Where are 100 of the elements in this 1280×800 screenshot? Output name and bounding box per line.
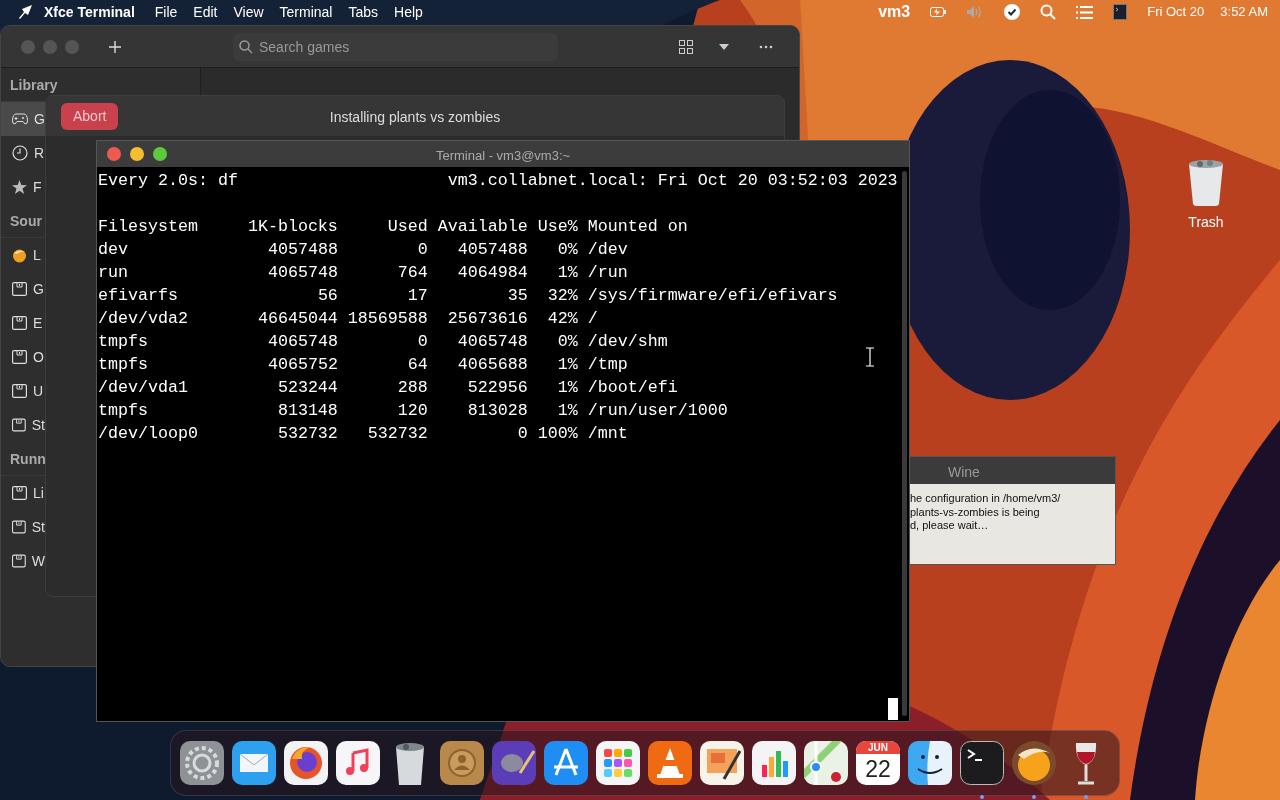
menu-item[interactable]: Terminal [271, 1, 341, 23]
terminal-text: 0 [517, 423, 528, 445]
more-icon[interactable] [759, 44, 773, 49]
terminal-text: 532732 [367, 423, 428, 445]
sidebar-item[interactable]: St [1, 510, 45, 544]
list-icon[interactable] [1076, 5, 1094, 19]
terminal-text: 100% [537, 423, 578, 445]
chart-icon[interactable] [750, 739, 798, 787]
notes-icon[interactable] [698, 739, 746, 787]
maximize-button[interactable] [153, 147, 167, 161]
terminal-text: 532732 [277, 423, 338, 445]
plus-icon[interactable] [109, 40, 121, 53]
terminal-text: 523244 [277, 377, 338, 399]
browser-icon[interactable] [282, 739, 330, 787]
ball-icon[interactable] [1010, 739, 1058, 787]
calendar-icon[interactable]: JUN 22 [856, 741, 900, 785]
sidebar-item[interactable]: G [1, 102, 45, 136]
grid-icon[interactable] [679, 39, 693, 54]
terminal-text: /dev/shm [587, 331, 668, 353]
check-circle-icon[interactable] [1004, 4, 1021, 20]
box-icon [12, 316, 27, 330]
terminal-text: 813148 [277, 400, 338, 422]
mail-icon[interactable] [230, 739, 278, 787]
terminal-text: 4064984 [457, 262, 528, 284]
terminal-icon[interactable] [1113, 4, 1128, 20]
window-title: Wine [910, 457, 1115, 484]
app-menu[interactable]: Xfce Terminal [34, 1, 147, 23]
caret-icon[interactable] [719, 43, 729, 50]
minimize-button[interactable] [130, 147, 144, 161]
terminal-text: 1% [557, 354, 578, 376]
box-icon [12, 384, 27, 398]
menu-item[interactable]: View [225, 1, 272, 23]
menu-item[interactable]: Edit [185, 1, 226, 23]
gamepad-icon [12, 113, 28, 125]
terminal-text: Available [437, 216, 528, 238]
terminal-text: /mnt [587, 423, 628, 445]
terminal-text: 1K-blocks [247, 216, 338, 238]
dialog-text: plants-vs-zombies is being [910, 505, 1041, 519]
terminal-text: /sys/firmware/efi/efivars [587, 285, 838, 307]
battery-icon[interactable] [930, 7, 947, 17]
menu-item[interactable]: File [146, 1, 186, 23]
terminal-text: 25673616 [447, 308, 528, 330]
terminal-text: 1% [557, 377, 578, 399]
sidebar-item[interactable]: O [1, 340, 45, 374]
icon-label[interactable]: Trash [1176, 212, 1236, 233]
terminal-text: /dev/loop0 [98, 423, 198, 445]
terminal-text: 17 [407, 285, 428, 307]
terminal-text: 64 [407, 354, 428, 376]
terminal-text: 46645044 [257, 308, 338, 330]
terminal-text: /run [587, 262, 628, 284]
terminal-text: efivarfs [98, 285, 178, 307]
terminal-icon[interactable] [958, 739, 1006, 787]
terminal-text: 1% [557, 400, 578, 422]
terminal-text: Mounted on [587, 216, 688, 238]
terminal-text: / [587, 308, 598, 330]
sidebar-item[interactable]: G [1, 272, 45, 306]
sidebar-item[interactable]: St [1, 408, 45, 442]
contacts-icon[interactable] [438, 739, 486, 787]
settings-icon[interactable] [178, 739, 226, 787]
terminal-text: 0% [557, 331, 578, 353]
cone-icon[interactable] [646, 739, 694, 787]
terminal-text: 32% [547, 285, 578, 307]
search-field[interactable]: Search games [233, 32, 558, 61]
sidebar-item[interactable]: E [1, 306, 45, 340]
logo-icon[interactable] [16, 3, 34, 21]
terminal-text: 4065748 [457, 331, 528, 353]
sidebar-item[interactable]: U [1, 374, 45, 408]
terminal-text: /boot/efi [587, 377, 678, 399]
sidebar-item[interactable]: Li [1, 476, 45, 510]
sidebar-item[interactable]: F [1, 170, 45, 204]
terminal-text: Filesystem [98, 216, 198, 238]
face-icon[interactable] [906, 739, 954, 787]
app-store-icon[interactable] [542, 739, 590, 787]
scrollbar[interactable] [902, 171, 907, 716]
search-icon[interactable] [1040, 4, 1057, 20]
terminal-text: 35 [507, 285, 528, 307]
close-button[interactable] [107, 147, 121, 161]
box-icon [12, 350, 27, 364]
box-icon [12, 282, 27, 296]
sidebar-item[interactable]: L [1, 238, 45, 272]
paint-icon[interactable] [490, 739, 538, 787]
terminal-text: Used [387, 216, 428, 238]
calendar-day: 22 [856, 754, 900, 784]
terminal-text: 0 [417, 239, 428, 261]
terminal-text: /dev/vda1 [98, 377, 188, 399]
terminal-text: Every 2.0s: df [98, 170, 238, 192]
sidebar-item[interactable]: R [1, 136, 45, 170]
dialog-title: Installing plants vs zombies [329, 108, 501, 127]
menu-item[interactable]: Help [386, 1, 431, 23]
terminal-text: 120 [397, 400, 428, 422]
launchpad-icon[interactable] [594, 739, 642, 787]
menu-item[interactable]: Tabs [340, 1, 387, 23]
sidebar-item[interactable]: W [1, 544, 45, 578]
terminal-text: 764 [397, 262, 428, 284]
terminal-text: 813028 [467, 400, 528, 422]
terminal-text: /run/user/1000 [587, 400, 728, 422]
music-icon[interactable] [334, 739, 382, 787]
map-icon[interactable] [802, 739, 850, 787]
calendar-month: JUN [856, 741, 900, 754]
terminal-text: 4065688 [457, 354, 528, 376]
